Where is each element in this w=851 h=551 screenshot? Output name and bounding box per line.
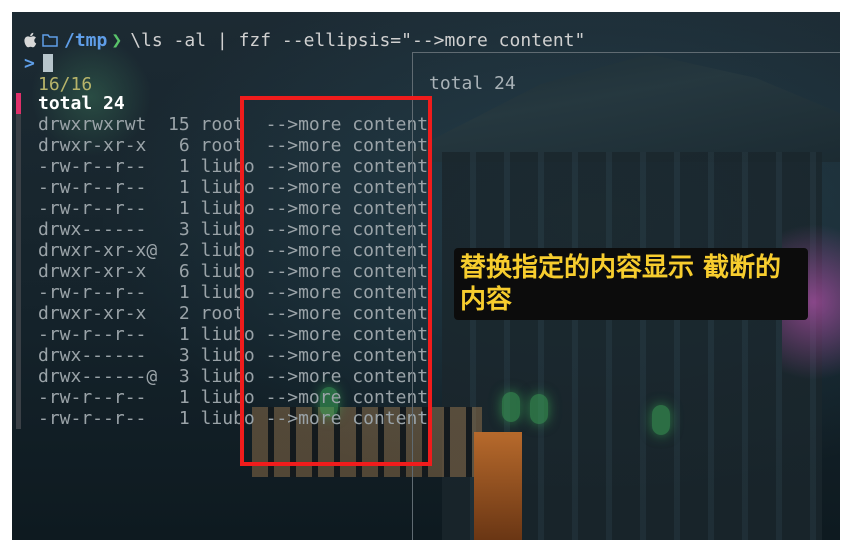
text-cursor [42, 54, 53, 72]
selection-gutter [16, 261, 21, 282]
apple-icon [24, 32, 37, 48]
selection-gutter [16, 177, 21, 198]
preview-content: total 24 [429, 73, 516, 94]
selection-gutter [16, 156, 21, 177]
list-item-text: total 24 [38, 93, 125, 114]
terminal-window: /tmp ❯ \ls -al | fzf --ellipsis="-->more… [12, 12, 840, 540]
annotation-callout: 替换指定的内容显示 截断的内容 [454, 248, 808, 320]
selection-gutter [16, 93, 21, 114]
query-prompt-marker: > [24, 52, 35, 74]
selection-gutter [16, 387, 21, 408]
selection-gutter [16, 135, 21, 156]
selection-gutter [16, 303, 21, 324]
annotation-highlight-box [240, 96, 432, 466]
selection-gutter [16, 282, 21, 303]
selection-gutter [16, 408, 21, 429]
current-path: /tmp [64, 29, 108, 51]
selection-gutter [16, 345, 21, 366]
pipe-symbol: | [206, 29, 239, 51]
fzf-query-line[interactable]: > [24, 52, 53, 74]
selection-gutter [16, 366, 21, 387]
command-text: \ls -al [130, 29, 207, 51]
folder-icon [42, 34, 58, 47]
fzf-command-text: fzf --ellipsis="-->more content" [238, 29, 586, 51]
selection-gutter [16, 324, 21, 345]
shell-prompt: /tmp ❯ \ls -al | fzf --ellipsis="-->more… [24, 28, 585, 52]
selection-gutter [16, 198, 21, 219]
match-count: 16/16 [38, 74, 93, 95]
prompt-chevron: ❯ [111, 29, 123, 51]
selection-gutter [16, 114, 21, 135]
selection-gutter [16, 219, 21, 240]
selection-gutter [16, 240, 21, 261]
